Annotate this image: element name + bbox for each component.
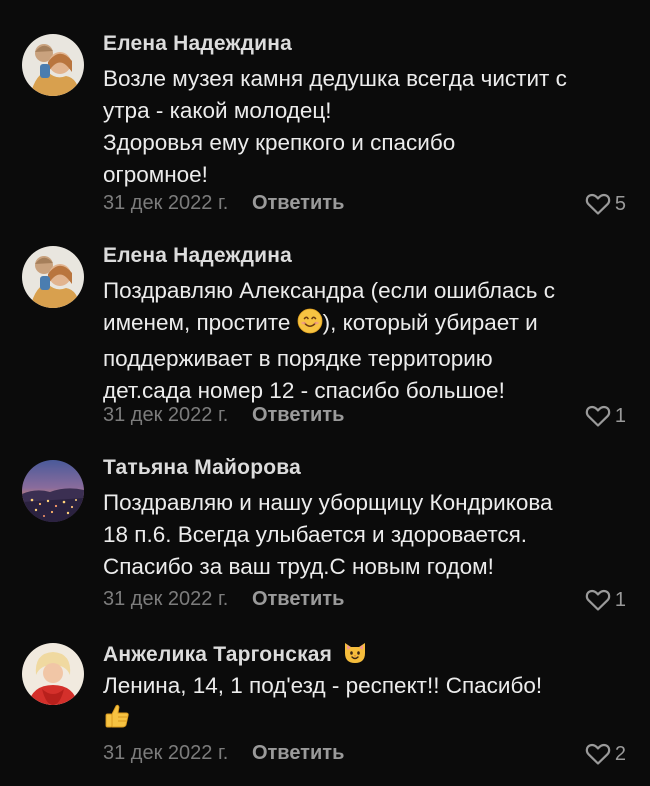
heart-outline-icon: [585, 404, 611, 428]
comment-text: Возле музея камня дедушка всегда чистит …: [103, 66, 567, 187]
cat-face-emoji: [342, 639, 368, 671]
comment-text: Поздравляю Александра (если ошиблась с и…: [103, 278, 555, 403]
heart-outline-icon: [585, 588, 611, 612]
comment-text: Ленина, 14, 1 под'езд - респект!! Спасиб…: [103, 670, 633, 739]
comment-author[interactable]: Татьяна Майорова: [103, 456, 301, 480]
comment-text: Поздравляю и нашу уборщицу Кондрикова 18…: [103, 490, 553, 579]
heart-outline-icon: [585, 192, 611, 216]
comment-author[interactable]: Елена Надеждина: [103, 244, 292, 268]
comment-meta: 31 дек 2022 г. Ответить: [103, 588, 344, 611]
comment-author[interactable]: Анжелика Таргонская: [103, 639, 368, 671]
reply-button[interactable]: Ответить: [252, 192, 344, 214]
comment-meta: 31 дек 2022 г. Ответить: [103, 742, 344, 765]
avatar[interactable]: [22, 643, 84, 705]
comment-item: Анжелика Таргонская Ленина, 14, 1 под'ез…: [0, 639, 650, 779]
comment-item: Елена Надеждина Поздравляю Александра (е…: [0, 244, 650, 444]
smiling-face-emoji: [297, 308, 323, 343]
like-count: 5: [614, 192, 626, 215]
avatar[interactable]: [22, 246, 84, 308]
thumbs-up-emoji: [103, 702, 131, 739]
comment-item: Елена Надеждина Возле музея камня дедушк…: [0, 32, 650, 232]
reply-button[interactable]: Ответить: [252, 588, 344, 610]
like-count: 1: [614, 588, 626, 611]
like-button[interactable]: 1: [585, 588, 626, 612]
like-count: 2: [614, 742, 626, 765]
comment-date: 31 дек 2022 г.: [103, 742, 229, 764]
comment-meta: 31 дек 2022 г. Ответить: [103, 404, 344, 427]
like-button[interactable]: 1: [585, 404, 626, 428]
comment-date: 31 дек 2022 г.: [103, 588, 229, 610]
like-button[interactable]: 2: [585, 742, 626, 766]
like-button[interactable]: 5: [585, 192, 626, 216]
comment-item: Татьяна Майорова Поздравляю и нашу уборщ…: [0, 456, 650, 616]
reply-button[interactable]: Ответить: [252, 742, 344, 764]
like-count: 1: [614, 404, 626, 427]
avatar[interactable]: [22, 34, 84, 96]
comment-date: 31 дек 2022 г.: [103, 192, 229, 214]
avatar[interactable]: [22, 460, 84, 522]
comment-date: 31 дек 2022 г.: [103, 404, 229, 426]
comment-author[interactable]: Елена Надеждина: [103, 32, 292, 56]
heart-outline-icon: [585, 742, 611, 766]
comment-meta: 31 дек 2022 г. Ответить: [103, 192, 344, 215]
reply-button[interactable]: Ответить: [252, 404, 344, 426]
